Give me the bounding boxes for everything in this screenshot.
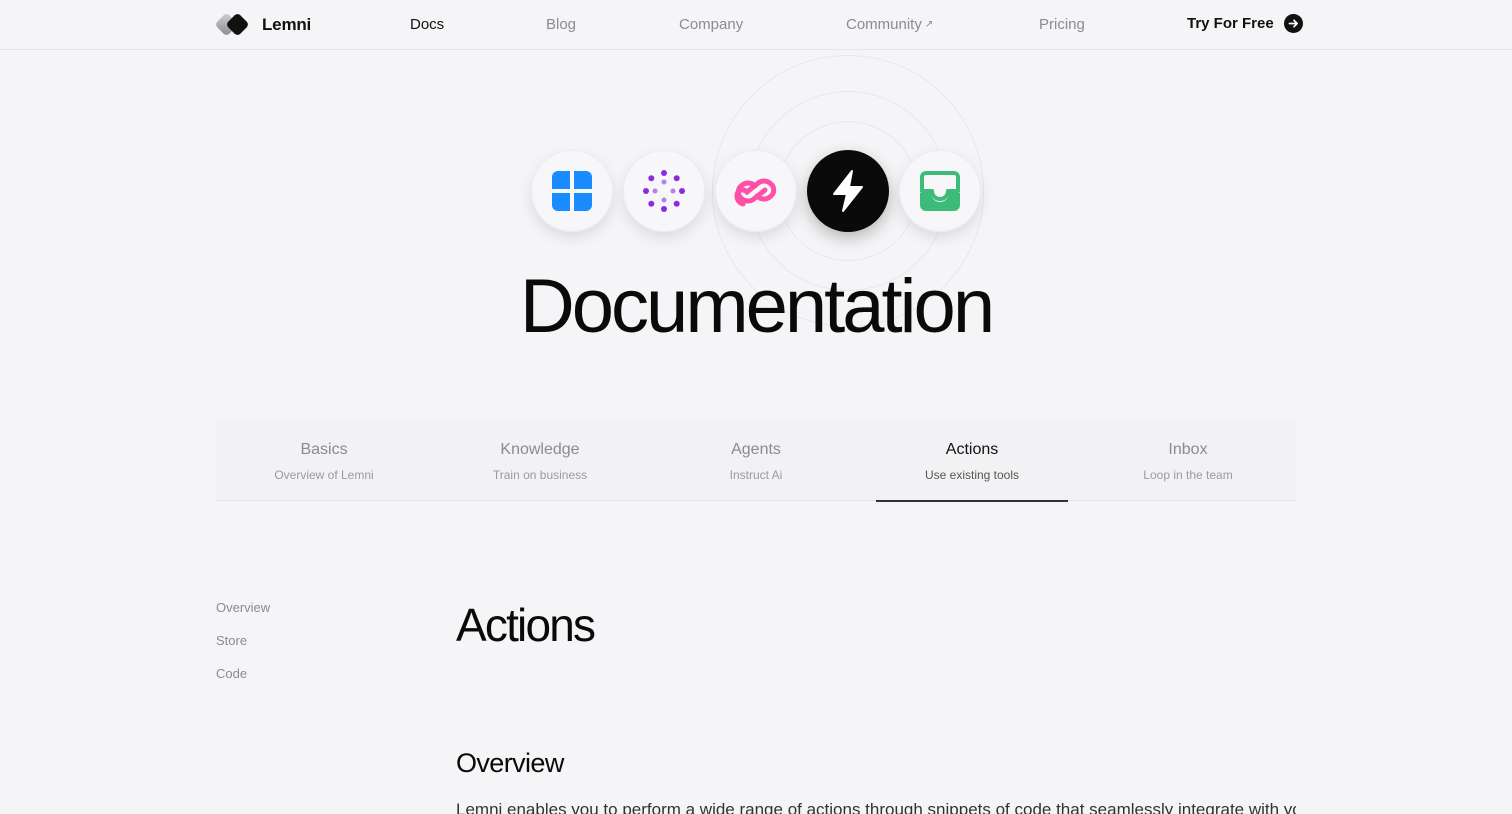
tab-title: Knowledge [500,441,580,458]
overview-paragraph: Lemni enables you to perform a wide rang… [456,800,1296,814]
basics-feature-badge [531,150,613,232]
nav-link-blog[interactable]: Blog [546,16,576,33]
tab-subtitle: Use existing tools [924,468,1020,482]
sidebar-item-store[interactable]: Store [216,633,270,666]
nav-link-docs[interactable]: Docs [410,16,444,33]
lightning-icon [833,170,863,212]
nav-link-community[interactable]: Community ↗ [846,16,933,33]
docs-section-tabs: Basics Overview of Lemni Knowledge Train… [216,420,1296,502]
arrow-up-right-icon: ↗ [924,19,934,30]
infinity-link-icon [734,178,777,207]
brand-name: Lemni [262,15,312,34]
tab-knowledge[interactable]: Knowledge Train on business [432,420,648,501]
tab-subtitle: Train on business [492,468,588,482]
sidebar-item-code[interactable]: Code [216,666,270,699]
tab-basics[interactable]: Basics Overview of Lemni [216,420,432,501]
try-for-free-label: Try For Free [1187,15,1274,32]
nav-link-community-label: Community [846,16,922,33]
grid-icon [552,171,592,211]
brand-logo[interactable]: Lemni [214,12,312,37]
inbox-feature-badge [899,150,981,232]
subsection-heading: Overview [456,748,564,778]
agents-feature-badge [715,150,797,232]
page-title: Documentation [519,264,995,349]
tab-title: Actions [945,441,999,458]
tab-title: Basics [300,441,348,458]
top-nav: Lemni Docs Blog Company Community ↗ Prici… [0,0,1512,50]
nav-link-company[interactable]: Company [679,16,743,33]
tab-title: Agents [731,441,781,458]
arrow-right-circle-icon [1283,14,1303,33]
tab-actions[interactable]: Actions Use existing tools [864,420,1080,502]
dots-circle-icon [643,170,685,212]
nav-link-pricing[interactable]: Pricing [1039,16,1085,33]
tab-inbox[interactable]: Inbox Loop in the team [1080,420,1296,501]
page-sidebar-nav: Overview Store Code [216,600,270,699]
tab-subtitle: Overview of Lemni [274,468,374,482]
tab-agents[interactable]: Agents Instruct Ai [648,420,864,501]
inbox-icon [920,171,960,211]
lemni-logo-icon [214,12,250,37]
actions-feature-badge [807,150,889,232]
try-for-free-button[interactable]: Try For Free [1187,14,1303,33]
tab-subtitle: Loop in the team [1143,468,1233,482]
knowledge-feature-badge [623,150,705,232]
sidebar-item-overview[interactable]: Overview [216,600,270,633]
tab-subtitle: Instruct Ai [729,468,783,482]
section-heading: Actions [456,599,596,651]
tab-title: Inbox [1168,441,1208,458]
